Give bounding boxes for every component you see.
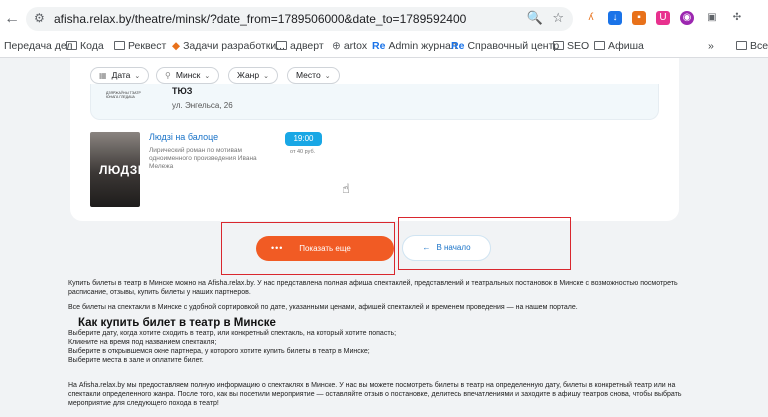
show-more-label: Показать еще: [299, 244, 351, 253]
extension-shield-icon[interactable]: U: [656, 11, 670, 25]
show-title-link[interactable]: Людзі на балоце: [149, 132, 218, 142]
bookmark-star-icon[interactable]: ☆: [552, 10, 564, 26]
show-poster[interactable]: ЛЮДЗІ: [90, 132, 140, 207]
browser-toolbar: ← ⚙ afisha.relax.by/theatre/minsk/?date_…: [0, 0, 768, 36]
bookmark-item[interactable]: Передача дел: [4, 40, 73, 52]
zoom-icon[interactable]: 🔍: [527, 10, 543, 26]
extension-icon-3[interactable]: ▪: [632, 11, 646, 25]
showtime-button[interactable]: 19:00: [285, 132, 322, 146]
bookmark-item[interactable]: Re Admin журнал: [372, 40, 457, 52]
filter-city[interactable]: ⚲ Минск ⌄: [156, 67, 220, 84]
folder-icon: [553, 41, 564, 50]
bookmark-item[interactable]: ◆ Задачи разработки...: [172, 40, 285, 52]
seo-step: Выберите в открывшемся окне партнера, у …: [68, 348, 370, 355]
poster-title: ЛЮДЗІ: [99, 163, 140, 177]
location-pin-icon: ⚲: [165, 71, 171, 80]
more-bookmarks-chevron[interactable]: »: [708, 40, 714, 52]
show-description: Лирический роман по мотивам одноименного…: [149, 147, 257, 170]
seo-all-tickets: Все билеты на спектакли в Минске с удобн…: [68, 304, 578, 311]
venue-logo: ДЗЯРЖАЎНЫ ТЭАТР ЮНАГА ГЛЕДАЧА: [106, 91, 141, 99]
extensions-puzzle-icon[interactable]: ✣: [730, 11, 744, 25]
calendar-icon: ▦: [99, 71, 107, 80]
seo-step: Выберите дату, когда хотите сходить в те…: [68, 330, 397, 337]
back-to-top-button[interactable]: ← В начало: [402, 235, 491, 261]
page-content: ▦ Дата ⌄ ⚲ Минск ⌄ Жанр ⌄ Место ⌄ ДЗЯРЖАЎНЫ ТЭ…: [0, 58, 768, 417]
folder-icon: [594, 41, 605, 50]
camera-icon[interactable]: ▣: [705, 11, 719, 25]
bookmark-item[interactable]: Реквест: [114, 40, 166, 52]
bookmark-item[interactable]: SEO: [553, 40, 589, 52]
chevron-down-icon: ⌄: [263, 73, 269, 80]
url-text[interactable]: afisha.relax.by/theatre/minsk/?date_from…: [54, 12, 466, 26]
venue-address: ул. Энгельса, 26: [172, 101, 233, 110]
seo-info: На Afisha.relax.by мы предоставляем полн…: [68, 382, 682, 407]
seo-intro: Купить билеты в театр в Минске можно на …: [68, 280, 678, 296]
show-price: от 40 руб.: [290, 149, 316, 155]
arrow-left-icon: ←: [422, 243, 431, 252]
bookmarks-bar: Передача дел Кода Реквест ◆ Задачи разраб…: [0, 36, 768, 58]
back-arrow-icon[interactable]: ←: [4, 10, 20, 28]
filter-date[interactable]: ▦ Дата ⌄: [90, 67, 150, 84]
dots-icon: •••: [271, 243, 284, 253]
filter-place[interactable]: Место ⌄: [287, 67, 340, 84]
chevron-down-icon: ⌄: [204, 73, 211, 80]
bookmark-item[interactable]: адверт: [276, 40, 324, 52]
chevron-down-icon: ⌄: [134, 73, 141, 80]
address-bar[interactable]: ⚙ afisha.relax.by/theatre/minsk/?date_fr…: [26, 7, 573, 31]
folder-icon: [736, 41, 747, 50]
re-icon: Re: [451, 40, 465, 52]
seo-step: Выберите места в зале и оплатите билет.: [68, 357, 204, 364]
folder-icon: [66, 41, 77, 50]
venue-name[interactable]: ТЮЗ: [172, 86, 192, 96]
back-to-top-label: В начало: [436, 243, 471, 252]
hand-cursor-icon: ☝: [342, 181, 350, 196]
bookmark-item[interactable]: Афиша: [594, 40, 644, 52]
bookmark-item[interactable]: ⊕ artox: [332, 40, 367, 52]
folder-icon: [114, 41, 125, 50]
globe-icon: ⊕: [332, 40, 341, 52]
bookmark-item[interactable]: Все: [736, 40, 768, 52]
re-icon: Re: [372, 40, 386, 52]
extension-download-icon[interactable]: ↓: [608, 11, 622, 25]
chevron-down-icon: ⌄: [324, 73, 331, 80]
extension-icon-1[interactable]: ʎ: [584, 11, 598, 25]
seo-step: Кликните на время под названием спектакл…: [68, 339, 217, 346]
extension-color-icon[interactable]: ◉: [680, 11, 694, 25]
bookmark-item[interactable]: Re Справочный центр: [451, 40, 559, 52]
folder-icon: [276, 41, 287, 50]
filter-genre[interactable]: Жанр ⌄: [228, 67, 278, 84]
events-card: ▦ Дата ⌄ ⚲ Минск ⌄ Жанр ⌄ Место ⌄ ДЗЯРЖАЎНЫ ТЭ…: [70, 58, 679, 221]
site-info-icon[interactable]: ⚙: [34, 11, 45, 25]
show-more-button[interactable]: ••• Показать еще: [256, 236, 394, 261]
task-icon: ◆: [172, 40, 181, 52]
venue-header[interactable]: ДЗЯРЖАЎНЫ ТЭАТР ЮНАГА ГЛЕДАЧА ТЮЗ ул. Эн…: [90, 84, 659, 120]
bookmark-item[interactable]: Кода: [66, 40, 104, 52]
seo-heading: Как купить билет в театр в Минске: [78, 317, 276, 329]
